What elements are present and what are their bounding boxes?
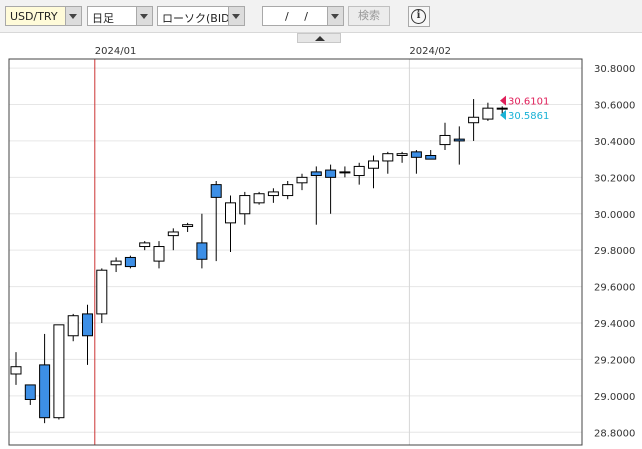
y-tick-label: 29.0000 xyxy=(594,392,635,403)
price-label: 30.5861 xyxy=(508,111,549,122)
candle-body xyxy=(425,155,437,160)
candle-body xyxy=(24,384,36,400)
candle-body xyxy=(325,169,337,178)
y-tick-label: 28.8000 xyxy=(594,428,635,439)
candle-body xyxy=(267,191,279,197)
chart-grid xyxy=(9,59,582,445)
x-tick-label: 2024/02 xyxy=(409,46,451,57)
candle-body xyxy=(368,160,379,169)
candle-body xyxy=(382,153,394,162)
candle-body xyxy=(82,313,93,337)
candle-body xyxy=(410,151,422,158)
price-marker-arrow xyxy=(500,110,506,121)
candle-body xyxy=(167,231,179,237)
candle-body xyxy=(496,107,508,110)
candle-body xyxy=(67,315,79,337)
candle-body xyxy=(153,246,165,262)
candle-body xyxy=(39,364,51,419)
candle-body xyxy=(453,138,465,142)
candle-body xyxy=(482,107,494,120)
candle-body xyxy=(182,224,194,228)
y-tick-label: 29.6000 xyxy=(594,283,635,294)
candle-body xyxy=(468,116,480,124)
y-tick-label: 30.4000 xyxy=(594,137,635,148)
candle-body xyxy=(282,184,294,197)
candle-body xyxy=(239,195,251,215)
candle-body xyxy=(139,242,151,248)
candle-body xyxy=(396,153,408,156)
candle-body xyxy=(53,324,65,419)
y-tick-label: 29.4000 xyxy=(594,319,635,330)
candle-body xyxy=(353,165,365,177)
candle-body xyxy=(196,242,208,260)
candle-body xyxy=(96,269,108,315)
y-axis: 30.8000 30.6000 30.4000 30.2000 30.0000 29.80… xyxy=(594,64,635,439)
candle-body xyxy=(10,366,22,375)
y-tick-label: 29.2000 xyxy=(594,355,635,366)
candle-body xyxy=(310,171,322,177)
price-chart[interactable]: 2024/01 2024/02 30.8000 30.6000 30.4000 30.2… xyxy=(0,0,642,449)
candle-body xyxy=(210,184,222,198)
candle-body xyxy=(253,193,265,204)
candle-body xyxy=(110,260,122,266)
candle-body xyxy=(296,176,308,184)
y-tick-label: 30.0000 xyxy=(594,210,635,221)
y-tick-label: 30.6000 xyxy=(594,101,635,112)
candle-body xyxy=(339,171,351,174)
y-tick-label: 30.2000 xyxy=(594,173,635,184)
price-label: 30.6101 xyxy=(508,97,549,108)
candle-body xyxy=(124,256,136,268)
x-tick-label: 2024/01 xyxy=(95,46,137,57)
candles xyxy=(10,99,508,424)
y-tick-label: 29.8000 xyxy=(594,246,635,257)
x-axis: 2024/01 2024/02 xyxy=(95,46,451,57)
candle-body xyxy=(439,134,451,146)
candle-body xyxy=(225,202,236,224)
y-tick-label: 30.8000 xyxy=(594,64,635,75)
